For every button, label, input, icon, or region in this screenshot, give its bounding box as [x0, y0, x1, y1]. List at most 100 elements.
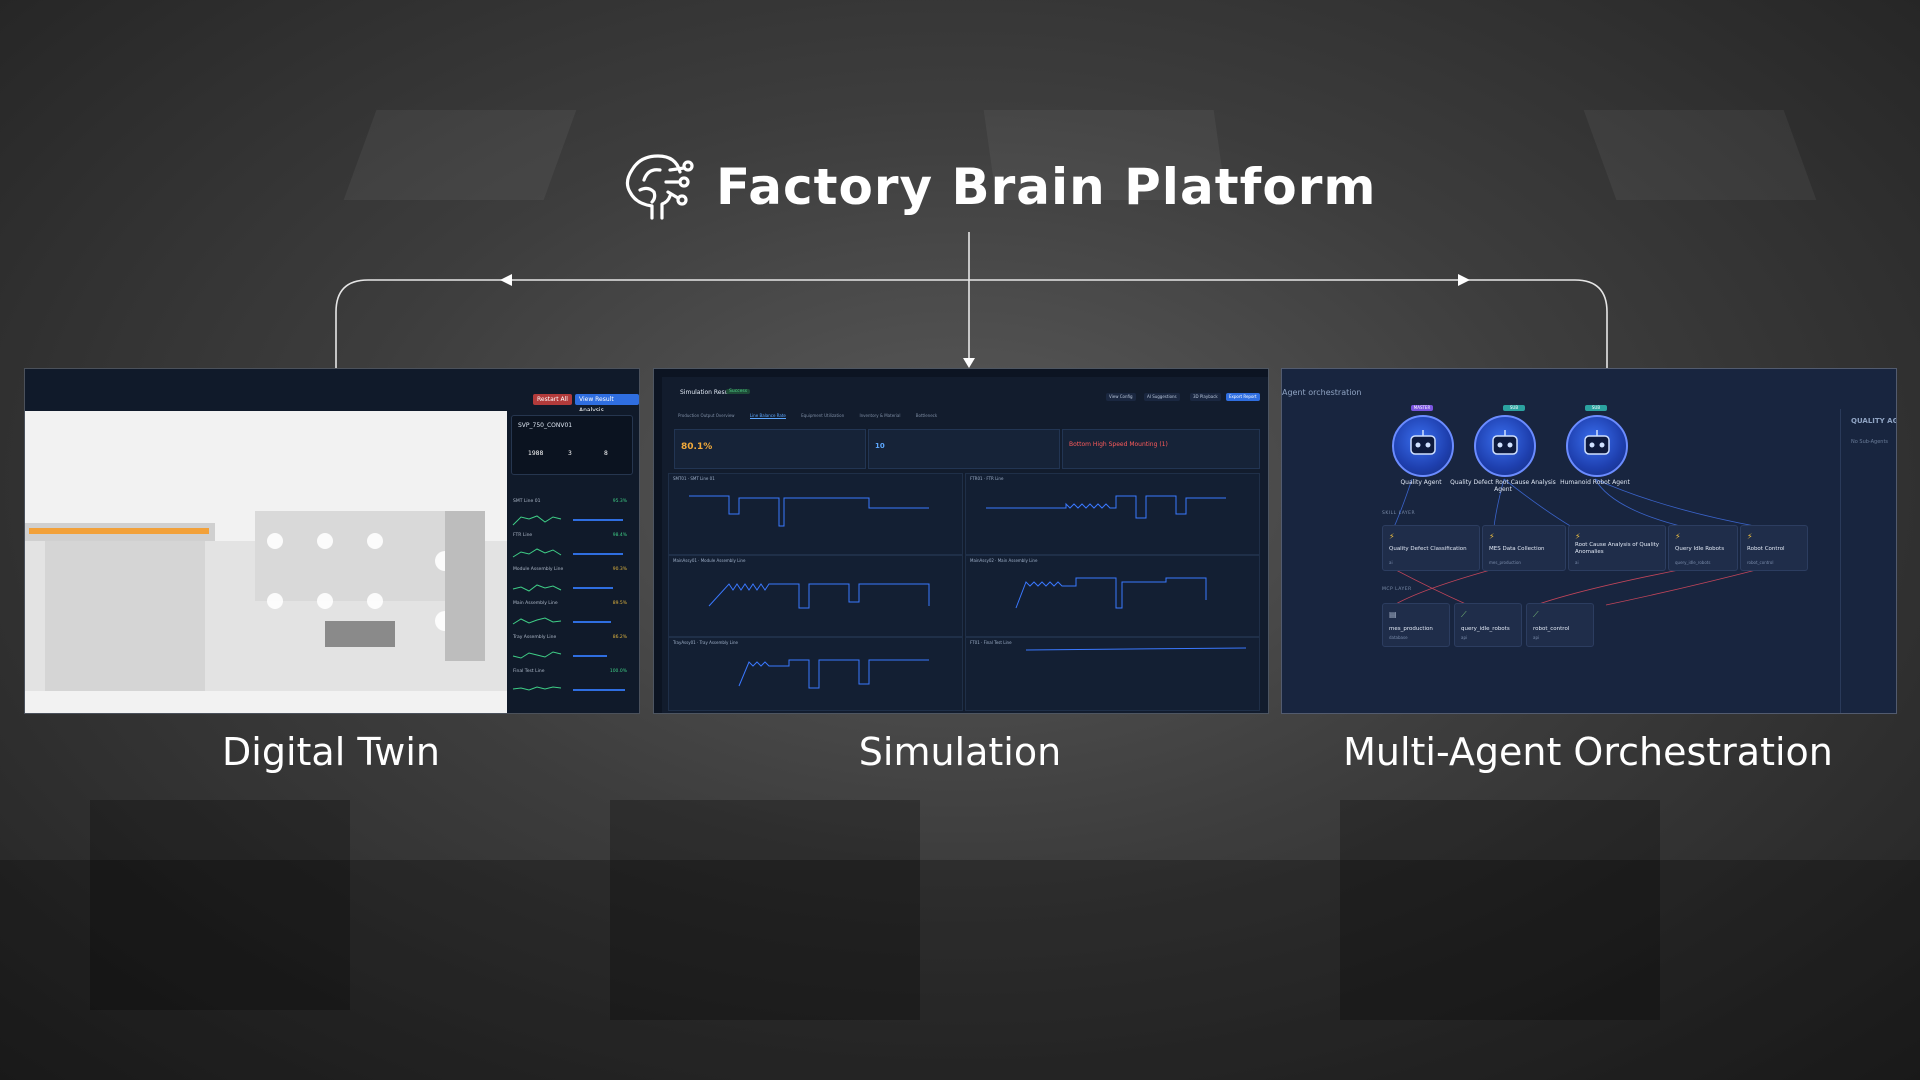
simulation-panel[interactable]: Simulation Result Success View Config AI… [653, 368, 1269, 714]
line-pct: 86.2% [612, 635, 627, 640]
skill-title: MES Data Collection [1489, 546, 1545, 552]
bolt-icon: ⚡ [1747, 532, 1753, 541]
agent-badge: MASTER [1411, 405, 1433, 411]
line-pct: 89.5% [612, 601, 627, 606]
agent-detail-sub: No Sub-Agents [1851, 439, 1889, 445]
mcp-card[interactable]: ▤ mes_production database [1382, 603, 1450, 647]
mcp-card[interactable]: ⟋ query_idle_robots api [1454, 603, 1522, 647]
line-pct: 98.4% [612, 533, 627, 538]
skill-title: Root Cause Analysis of Quality Anomalies [1575, 542, 1660, 555]
kpi-line-balance: 80.1% [674, 429, 866, 469]
sim-chart[interactable]: MainAssy01 · Module Assembly Line [668, 555, 963, 637]
agent-name: Humanoid Robot Agent [1560, 479, 1630, 486]
bolt-icon: ⚡ [1489, 532, 1495, 541]
sim-chart-plot [689, 495, 929, 527]
restart-all-button[interactable]: Restart All [533, 394, 572, 405]
bolt-icon: ⚡ [1575, 532, 1581, 541]
quality-agent-node[interactable] [1392, 415, 1454, 477]
api-icon: ⟋ [1533, 610, 1539, 619]
sim-chart-plot [986, 495, 1226, 519]
sim-chart[interactable]: SMT01 · SMT Line 01 [668, 473, 963, 555]
mcp-card[interactable]: ⟋ robot_control api [1526, 603, 1594, 647]
line-sparkline [512, 686, 625, 691]
line-name: Tray Assembly Line [513, 635, 557, 640]
card-value-1: 1988 [528, 450, 544, 457]
kpi-bottleneck: Bottom High Speed Mounting (1) [1062, 429, 1260, 469]
kpi-value: 80.1% [681, 442, 713, 452]
view-config-button[interactable]: View Config [1106, 393, 1136, 401]
export-report-button[interactable]: Export Report [1226, 393, 1260, 401]
multi-agent-label: Multi-Agent Orchestration [1343, 730, 1833, 774]
skill-card[interactable]: ⚡ MES Data Collection mes_production [1482, 525, 1566, 571]
digital-twin-panel[interactable]: Restart All View Result Analysis SVP_750… [24, 368, 640, 714]
mcp-title: mes_production [1389, 626, 1433, 632]
tab-line-balance[interactable]: Line Balance Rate [749, 413, 786, 419]
skill-card[interactable]: ⚡ Robot Control robot_control [1740, 525, 1808, 571]
agent-badge: SUB [1503, 405, 1525, 411]
tab-inventory-material[interactable]: Inventory & Material [859, 413, 900, 418]
line-row[interactable]: FTR Line 98.4% [511, 533, 629, 563]
sim-chart-plot [1025, 647, 1247, 651]
sim-chart-plot [738, 659, 929, 689]
line-row[interactable]: Module Assembly Line 90.3% [511, 567, 629, 597]
robot-icon [1584, 430, 1610, 455]
line-sparkline [512, 584, 613, 592]
sim-side-nav [654, 377, 662, 713]
tab-production-output[interactable]: Production Output Overview [678, 413, 735, 418]
skill-card[interactable]: ⚡ Query Idle Robots query_idle_robots [1668, 525, 1738, 571]
digital-twin-label: Digital Twin [222, 730, 440, 774]
line-row[interactable]: Main Assembly Line 89.5% [511, 601, 629, 631]
agent-detail-column: QUALITY AGENT No Sub-Agents [1840, 409, 1896, 713]
station-name: SVP_750_CONV01 [518, 422, 573, 429]
sim-chart[interactable]: FTR01 · FTR Line [965, 473, 1260, 555]
tab-bottleneck[interactable]: Bottleneck [916, 413, 937, 418]
sim-chart-plot [708, 583, 930, 609]
skill-sub: query_idle_robots [1675, 560, 1711, 565]
skill-card[interactable]: ⚡ Root Cause Analysis of Quality Anomali… [1568, 525, 1666, 571]
skill-layer-label: SKILL LAYER [1382, 511, 1416, 516]
3d-playback-button[interactable]: 3D Playback [1190, 393, 1221, 401]
line-pct: 90.3% [612, 567, 627, 572]
mcp-layer-label: MCP LAYER [1382, 587, 1412, 592]
api-icon: ⟋ [1461, 610, 1467, 619]
agent-badge: SUB [1585, 405, 1607, 411]
bolt-icon: ⚡ [1675, 532, 1681, 541]
sim-topbar [654, 369, 1268, 377]
line-name: Module Assembly Line [513, 567, 564, 572]
sim-chart[interactable]: TrayAssy01 · Tray Assembly Line [668, 637, 963, 711]
line-row[interactable]: Tray Assembly Line 86.2% [511, 635, 629, 665]
skill-sub: robot_control [1747, 560, 1774, 565]
humanoid-robot-agent-node[interactable] [1566, 415, 1628, 477]
card-value-3: 8 [604, 450, 608, 457]
line-row[interactable]: SMT Line 01 95.3% [511, 499, 629, 529]
skill-title: Query Idle Robots [1675, 546, 1725, 552]
sim-status-badge: Success [726, 389, 751, 394]
line-row[interactable]: Final Test Line 100.0% [511, 669, 629, 699]
line-pct: 95.3% [612, 499, 627, 504]
kpi-secondary-value: 10 [875, 442, 885, 450]
bottleneck-alert: Bottom High Speed Mounting (1) [1069, 441, 1168, 448]
sim-chart[interactable]: MainAssy02 · Main Assembly Line [965, 555, 1260, 637]
sim-chart[interactable]: FT01 · Final Test Line [965, 637, 1260, 711]
kpi-secondary: 10 [868, 429, 1060, 469]
factory-3d-view[interactable] [25, 411, 507, 713]
skill-sub: mes_production [1489, 560, 1521, 565]
multi-agent-panel[interactable]: Agent orchestration QUALITY AGENT No Sub… [1281, 368, 1897, 714]
line-name: FTR Line [513, 533, 533, 538]
mcp-sub: api [1533, 635, 1540, 640]
skill-sub: ai [1389, 560, 1393, 565]
robot-icon [1410, 430, 1436, 455]
station-card[interactable]: SVP_750_CONV01 1988 3 8 [511, 415, 633, 475]
root-cause-agent-node[interactable] [1474, 415, 1536, 477]
line-name: Main Assembly Line [513, 601, 558, 606]
mcp-title: robot_control [1533, 626, 1570, 632]
simulation-label: Simulation [858, 730, 1062, 774]
skill-card[interactable]: ⚡ Quality Defect Classification ai [1382, 525, 1480, 571]
agent-detail-title: QUALITY AGENT [1851, 417, 1896, 425]
line-sparkline [512, 515, 623, 526]
ai-suggestions-button[interactable]: AI Suggestions [1144, 393, 1180, 401]
tab-equipment-utilization[interactable]: Equipment Utilization [801, 413, 844, 418]
skill-sub: ai [1575, 560, 1579, 565]
line-sparkline [512, 617, 611, 625]
view-result-analysis-button[interactable]: View Result Analysis [575, 394, 639, 414]
